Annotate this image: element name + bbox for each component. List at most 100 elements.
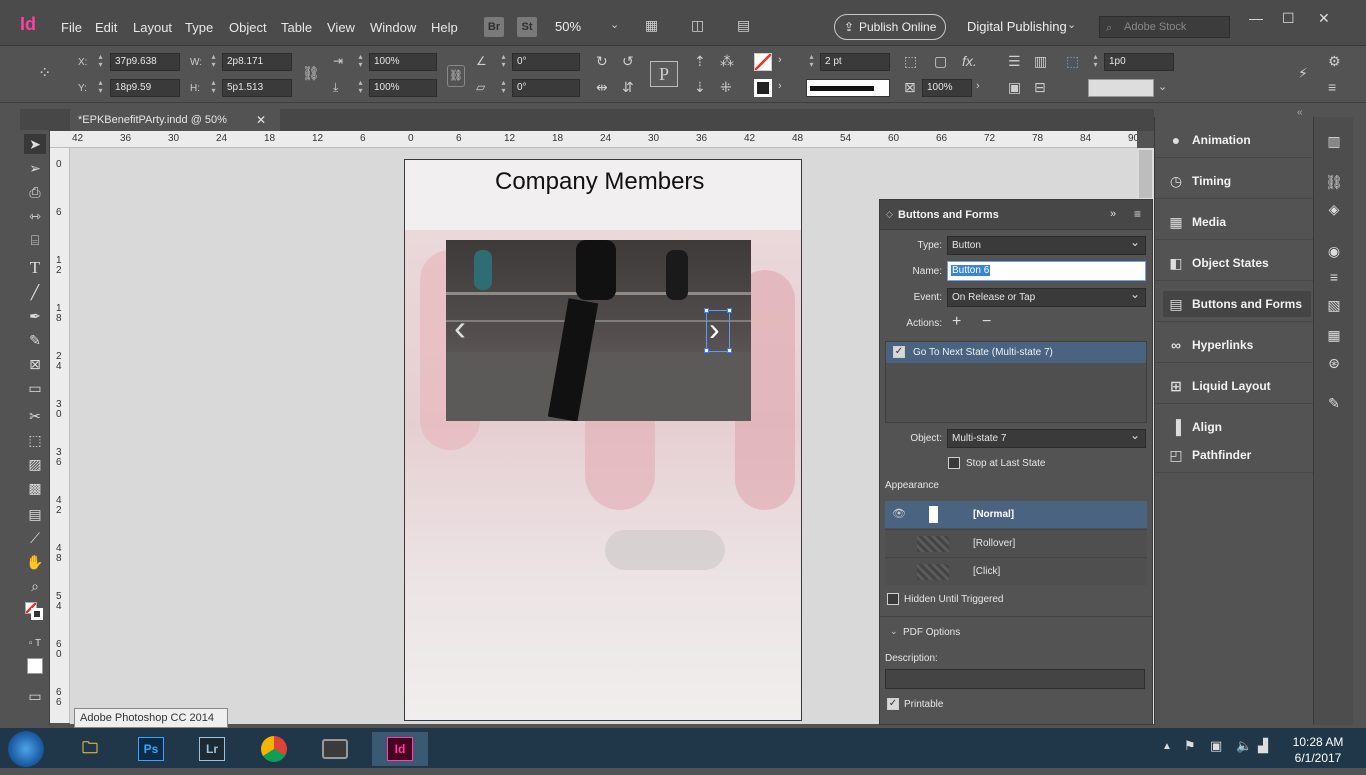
publish-online-button[interactable]: ⇪ Publish Online [834,14,946,40]
fill-menu-icon[interactable]: › [778,54,782,66]
quick-apply-icon[interactable]: ⚡ [1298,65,1308,82]
event-dropdown[interactable]: On Release or Tap [947,286,1146,307]
x-field[interactable]: 37p9.638 [110,53,180,71]
stroke-type-swatch[interactable] [806,79,890,97]
eye-visibility-icon[interactable]: 👁 [892,507,906,520]
pen-tool-icon[interactable]: ✒ [24,306,46,326]
w-spinner-icon[interactable]: ▴ ▾ [208,53,219,71]
file-explorer-icon[interactable]: 🗀 [66,732,114,766]
gap-spinner-icon[interactable]: ▴ ▾ [1090,53,1101,71]
free-transform-tool-icon[interactable]: ⬚ [24,430,46,450]
text-frame-columns-icon[interactable]: ▥ [1034,53,1047,70]
apply-color-icon[interactable] [27,658,43,674]
stroke-icon[interactable]: ≡ [1324,267,1344,287]
panel-animation[interactable]: ● Animation [1163,127,1311,153]
state-click-row[interactable]: [Click] [885,557,1147,584]
rectangle-frame-tool-icon[interactable]: ⊠ [24,354,46,374]
handle-bl[interactable] [704,348,709,353]
panel-collapse-icon[interactable]: ◇ [886,209,893,220]
arrange-documents-icon[interactable]: ▤ [737,17,750,34]
maximize-button[interactable]: ☐ [1282,10,1295,27]
select-previous-icon[interactable]: ⁂ [720,53,734,70]
hand-tool-icon[interactable]: ✋ [24,552,46,572]
opacity-field[interactable]: 100% [922,79,972,97]
select-next-icon[interactable]: ⁜ [720,79,732,96]
menu-edit[interactable]: Edit [95,20,117,35]
rotate-ccw-icon[interactable]: ↺ [622,53,634,70]
stroke-weight-spinner-icon[interactable]: ▴ ▾ [806,53,817,71]
description-field[interactable] [885,669,1145,689]
pages-icon[interactable]: ▥ [1324,131,1344,151]
signal-icon[interactable]: ▟ [1258,738,1268,754]
state-rollover-row[interactable]: [Rollover] [885,529,1147,556]
rotate-field[interactable]: 0° [512,53,580,71]
action-enabled-checkbox[interactable]: ✓ [893,346,905,358]
stroke-menu-icon[interactable]: › [778,80,782,92]
screen-mode-icon[interactable]: ◫ [691,17,704,34]
color-icon[interactable]: ▦ [1324,325,1344,345]
stroke-swatch-tool[interactable] [31,608,43,620]
panel-liquid-layout[interactable]: ⊞ Liquid Layout [1163,373,1311,399]
document-tab[interactable]: *EPKBenefitPArty.indd @ 50% ✕ [70,109,280,131]
name-field[interactable]: Button 6 [947,261,1146,281]
formatting-container-icon[interactable]: ▫ T [24,634,46,654]
menu-view[interactable]: View [327,20,355,35]
panel-menu-icon[interactable]: ≡ [1134,207,1141,221]
screen-mode-tool-icon[interactable]: ▭ [24,686,46,706]
text-frame-align-icon[interactable]: ☰ [1008,53,1021,70]
panel-pathfinder[interactable]: ◰ Pathfinder [1163,442,1311,468]
panel-timing[interactable]: ◷ Timing [1163,168,1311,194]
taskbar-photoshop[interactable]: Ps [127,732,175,766]
opacity-menu-icon[interactable]: › [976,80,980,92]
pdf-options-header[interactable]: PDF Options [903,627,960,638]
previous-arrow-icon[interactable]: ‹ [454,310,466,346]
scale-y-spinner-icon[interactable]: ▴ ▾ [355,79,366,97]
workspace-switcher[interactable]: Digital Publishing [967,19,1067,34]
page-title[interactable]: Company Members [495,168,704,196]
shear-field[interactable]: 0° [512,79,580,97]
stroke-weight-field[interactable]: 2 pt [820,53,890,71]
menu-table[interactable]: Table [281,20,312,35]
start-button[interactable] [8,731,44,767]
rotate-spinner-icon[interactable]: ▴ ▾ [498,53,509,71]
h-field[interactable]: 5p1.513 [222,79,292,97]
flip-vertical-icon[interactable]: ⇵ [622,79,634,96]
menu-help[interactable]: Help [431,20,458,35]
workspace-dropdown-icon[interactable]: ⌄ [1067,18,1076,31]
fitting-icon[interactable]: ⊟ [1034,79,1046,96]
select-content-icon[interactable]: ⇣ [694,79,706,96]
panel-object-states[interactable]: ◧ Object States [1163,250,1311,276]
w-field[interactable]: 2p8.171 [222,53,292,71]
pdf-options-chevron-icon[interactable]: ⌄ [890,626,898,637]
note-tool-icon[interactable]: ▤ [24,504,46,524]
shear-spinner-icon[interactable]: ▴ ▾ [498,79,509,97]
links-icon[interactable]: ⛓ [1324,172,1344,192]
close-tab-icon[interactable]: ✕ [256,109,266,131]
multi-state-photo[interactable]: ‹ › [446,240,751,421]
add-action-icon[interactable]: + [952,313,961,331]
type-tool-icon[interactable]: T [24,258,46,278]
cc-libraries-icon[interactable]: ⊛ [1324,353,1344,373]
rotate-cw-icon[interactable]: ↻ [596,53,608,70]
panel-align[interactable]: ▐ Align [1163,414,1311,440]
stroke-swatch[interactable] [754,79,772,97]
handle-br[interactable] [727,348,732,353]
gradient-icon[interactable]: ▧ [1324,295,1344,315]
zoom-tool-icon[interactable]: ⌕ [24,576,46,596]
select-container-icon[interactable]: ⇡ [694,53,706,70]
scale-x-field[interactable]: 100% [369,53,437,71]
menu-type[interactable]: Type [185,20,213,35]
stock-button[interactable]: St [517,17,537,37]
drop-shadow-icon[interactable]: ▢ [934,53,947,70]
object-style-field[interactable] [1088,79,1154,97]
dock-collapse-icon[interactable]: « [1297,107,1303,118]
close-button[interactable]: ✕ [1318,10,1330,27]
fill-swatch[interactable] [754,53,772,71]
y-spinner-icon[interactable]: ▴ ▾ [95,79,106,97]
scale-x-spinner-icon[interactable]: ▴ ▾ [355,53,366,71]
taskbar-camera[interactable] [311,732,359,766]
panel-expand-icon[interactable]: » [1110,208,1116,220]
h-spinner-icon[interactable]: ▴ ▾ [208,79,219,97]
object-dropdown[interactable]: Multi-state 7 [947,427,1146,448]
control-menu-icon[interactable]: ≡ [1328,79,1336,95]
